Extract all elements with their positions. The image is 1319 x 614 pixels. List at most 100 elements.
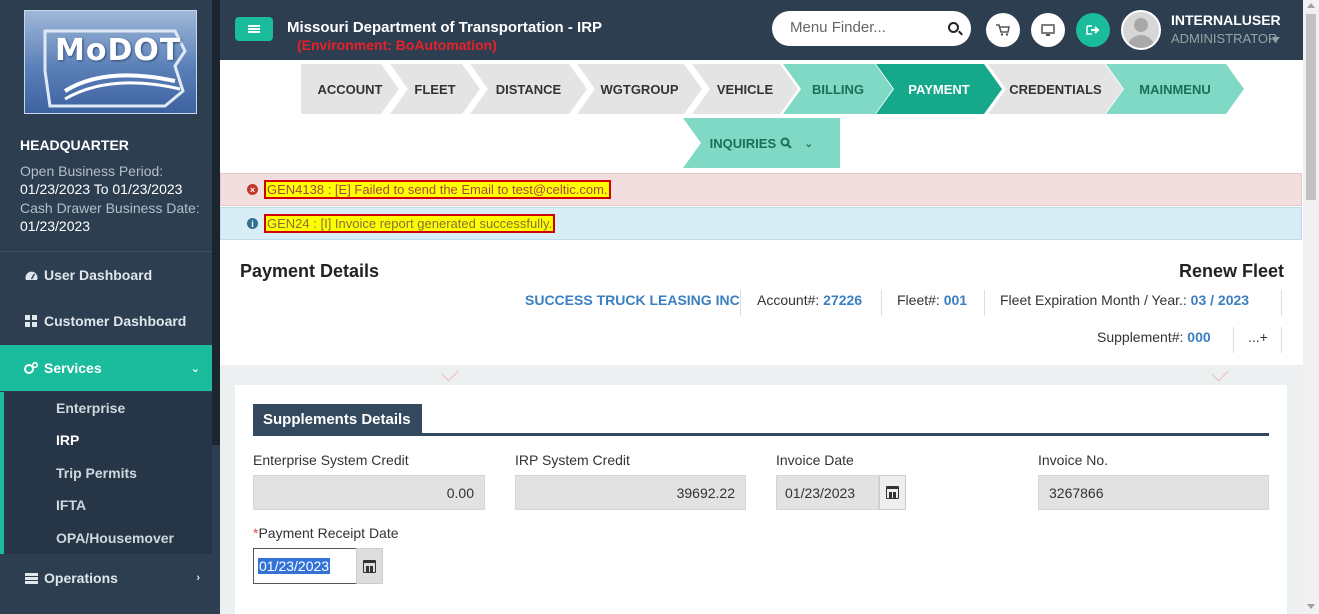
caret-down-icon[interactable] bbox=[1272, 37, 1280, 42]
app-title: Missouri Department of Transportation - … bbox=[287, 19, 603, 36]
error-alert: × GEN4138 : [E] Failed to send the Email… bbox=[220, 173, 1302, 206]
nav-services[interactable]: Services ⌄ bbox=[0, 345, 212, 391]
submenu-irp[interactable]: IRP bbox=[56, 432, 79, 448]
receipt-date-input[interactable]: 01/23/2023 bbox=[253, 548, 357, 584]
error-icon: × bbox=[247, 184, 258, 195]
fleet-expiration: Fleet Expiration Month / Year.: 03 / 202… bbox=[1000, 292, 1249, 308]
search-icon bbox=[780, 137, 792, 149]
receipt-date-value: 01/23/2023 bbox=[258, 558, 331, 574]
search-icon[interactable] bbox=[948, 22, 959, 33]
calendar-icon bbox=[886, 486, 899, 499]
more-link[interactable]: ...+ bbox=[1248, 329, 1268, 345]
company-name[interactable]: SUCCESS TRUCK LEASING INC bbox=[525, 292, 740, 308]
page-subtitle: Renew Fleet bbox=[1179, 261, 1285, 281]
nav-user-dashboard[interactable]: User Dashboard bbox=[0, 252, 212, 298]
error-message: GEN4138 : [E] Failed to send the Email t… bbox=[264, 180, 611, 199]
supplement-value: 000 bbox=[1187, 329, 1211, 345]
info-alert: i GEN24 : [I] Invoice report generated s… bbox=[220, 207, 1302, 240]
dashboard-icon bbox=[24, 268, 38, 282]
submenu-ifta[interactable]: IFTA bbox=[56, 497, 86, 513]
cogs-icon bbox=[24, 361, 38, 375]
account-value: 27226 bbox=[823, 292, 863, 308]
irp-credit-label: IRP System Credit bbox=[515, 452, 630, 468]
menu-toggle-button[interactable] bbox=[235, 17, 273, 41]
expiration-label: Fleet Expiration Month / Year.: bbox=[1000, 292, 1187, 308]
chevron-down-icon: ⌄ bbox=[190, 362, 200, 375]
fleet-value: 001 bbox=[943, 292, 968, 308]
user-role[interactable]: ADMINISTRATOR bbox=[1171, 31, 1277, 46]
menu-finder-input[interactable] bbox=[790, 19, 940, 36]
logout-button[interactable] bbox=[1076, 13, 1110, 47]
cash-drawer-value: 01/23/2023 bbox=[20, 218, 91, 234]
nav-label: Operations bbox=[44, 570, 118, 586]
office-name: HEADQUARTER bbox=[20, 137, 129, 153]
step-wgtgroup[interactable]: WGTGROUP bbox=[577, 64, 702, 114]
user-name[interactable]: INTERNALUSER bbox=[1171, 12, 1281, 28]
calendar-icon bbox=[363, 559, 376, 573]
sidebar-scrollbar[interactable] bbox=[212, 0, 220, 445]
open-period-label: Open Business Period: bbox=[20, 163, 164, 179]
divider bbox=[881, 290, 882, 316]
page-title: Payment Details bbox=[240, 261, 380, 281]
divider bbox=[1281, 327, 1282, 353]
step-payment[interactable]: PAYMENT bbox=[876, 64, 1002, 114]
submenu-trip-permits[interactable]: Trip Permits bbox=[56, 465, 137, 481]
nav-operations[interactable]: Operations › bbox=[0, 555, 212, 601]
nav-label: User Dashboard bbox=[44, 267, 153, 283]
receipt-date-label: *Payment Receipt Date bbox=[253, 525, 399, 541]
info-message: GEN24 : [I] Invoice report generated suc… bbox=[264, 214, 556, 233]
divider bbox=[1281, 290, 1282, 316]
services-submenu: Enterprise IRP Trip Permits IFTA OPA/Hou… bbox=[0, 392, 212, 554]
panel-gutter bbox=[220, 385, 235, 614]
nav-label: Services bbox=[44, 360, 102, 376]
submenu-opa-housemover[interactable]: OPA/Housemover bbox=[56, 530, 174, 546]
chevron-down-icon: ⌄ bbox=[804, 137, 814, 150]
info-icon: i bbox=[247, 218, 258, 229]
divider bbox=[984, 290, 985, 316]
invoice-no-label: Invoice No. bbox=[1038, 452, 1109, 468]
menu-finder bbox=[772, 11, 971, 46]
step-account[interactable]: ACCOUNT bbox=[301, 64, 399, 114]
monitor-icon bbox=[1041, 23, 1055, 36]
invoice-date-label: Invoice Date bbox=[776, 452, 854, 468]
expiration-value: 03 / 2023 bbox=[1190, 292, 1250, 308]
section-gap bbox=[220, 365, 1303, 385]
list-icon bbox=[24, 571, 38, 585]
hamburger-icon bbox=[248, 25, 260, 33]
supplement-number: Supplement#: 000 bbox=[1097, 329, 1211, 345]
nav-label: Customer Dashboard bbox=[44, 313, 187, 329]
inquiries-label: INQUIRIES bbox=[709, 135, 777, 151]
step-credentials[interactable]: CREDENTIALS bbox=[988, 64, 1123, 114]
avatar[interactable] bbox=[1121, 10, 1161, 50]
step-inquiries[interactable]: INQUIRIES ⌄ bbox=[683, 118, 840, 168]
open-period-value: 01/23/2023 To 01/23/2023 bbox=[20, 181, 183, 197]
invoice-date-calendar-button[interactable] bbox=[879, 475, 906, 510]
section-title: Supplements Details bbox=[253, 404, 422, 434]
enterprise-credit-field: 0.00 bbox=[253, 475, 485, 510]
submenu-enterprise[interactable]: Enterprise bbox=[56, 400, 125, 416]
cart-icon bbox=[996, 24, 1010, 36]
receipt-date-label-text: Payment Receipt Date bbox=[258, 525, 399, 541]
scroll-down-icon[interactable] bbox=[1307, 604, 1315, 609]
receipt-date-calendar-button[interactable] bbox=[356, 548, 383, 584]
cash-drawer-label: Cash Drawer Business Date: bbox=[20, 200, 200, 216]
grid-icon bbox=[24, 314, 38, 328]
account-number: Account#: 27226 bbox=[757, 292, 862, 308]
chevron-right-icon: › bbox=[196, 572, 200, 584]
desktop-button[interactable] bbox=[1031, 13, 1065, 47]
divider bbox=[740, 290, 741, 316]
fleet-number: Fleet#: 001 bbox=[897, 292, 967, 308]
scroll-up-icon[interactable] bbox=[1307, 3, 1315, 8]
cart-button[interactable] bbox=[986, 13, 1020, 47]
nav-customer-dashboard[interactable]: Customer Dashboard bbox=[0, 298, 212, 344]
scrollbar-thumb[interactable] bbox=[1306, 14, 1316, 200]
page-scrollbar[interactable] bbox=[1303, 0, 1319, 614]
more-label: ...+ bbox=[1248, 329, 1268, 345]
sign-out-icon bbox=[1086, 25, 1100, 35]
enterprise-credit-label: Enterprise System Credit bbox=[253, 452, 409, 468]
supplement-label: Supplement#: bbox=[1097, 329, 1184, 345]
step-mainmenu[interactable]: MAINMENU bbox=[1106, 64, 1244, 114]
modot-logo: MoDOT bbox=[24, 10, 197, 114]
invoice-date-field: 01/23/2023 bbox=[776, 475, 879, 510]
divider bbox=[1233, 327, 1234, 353]
